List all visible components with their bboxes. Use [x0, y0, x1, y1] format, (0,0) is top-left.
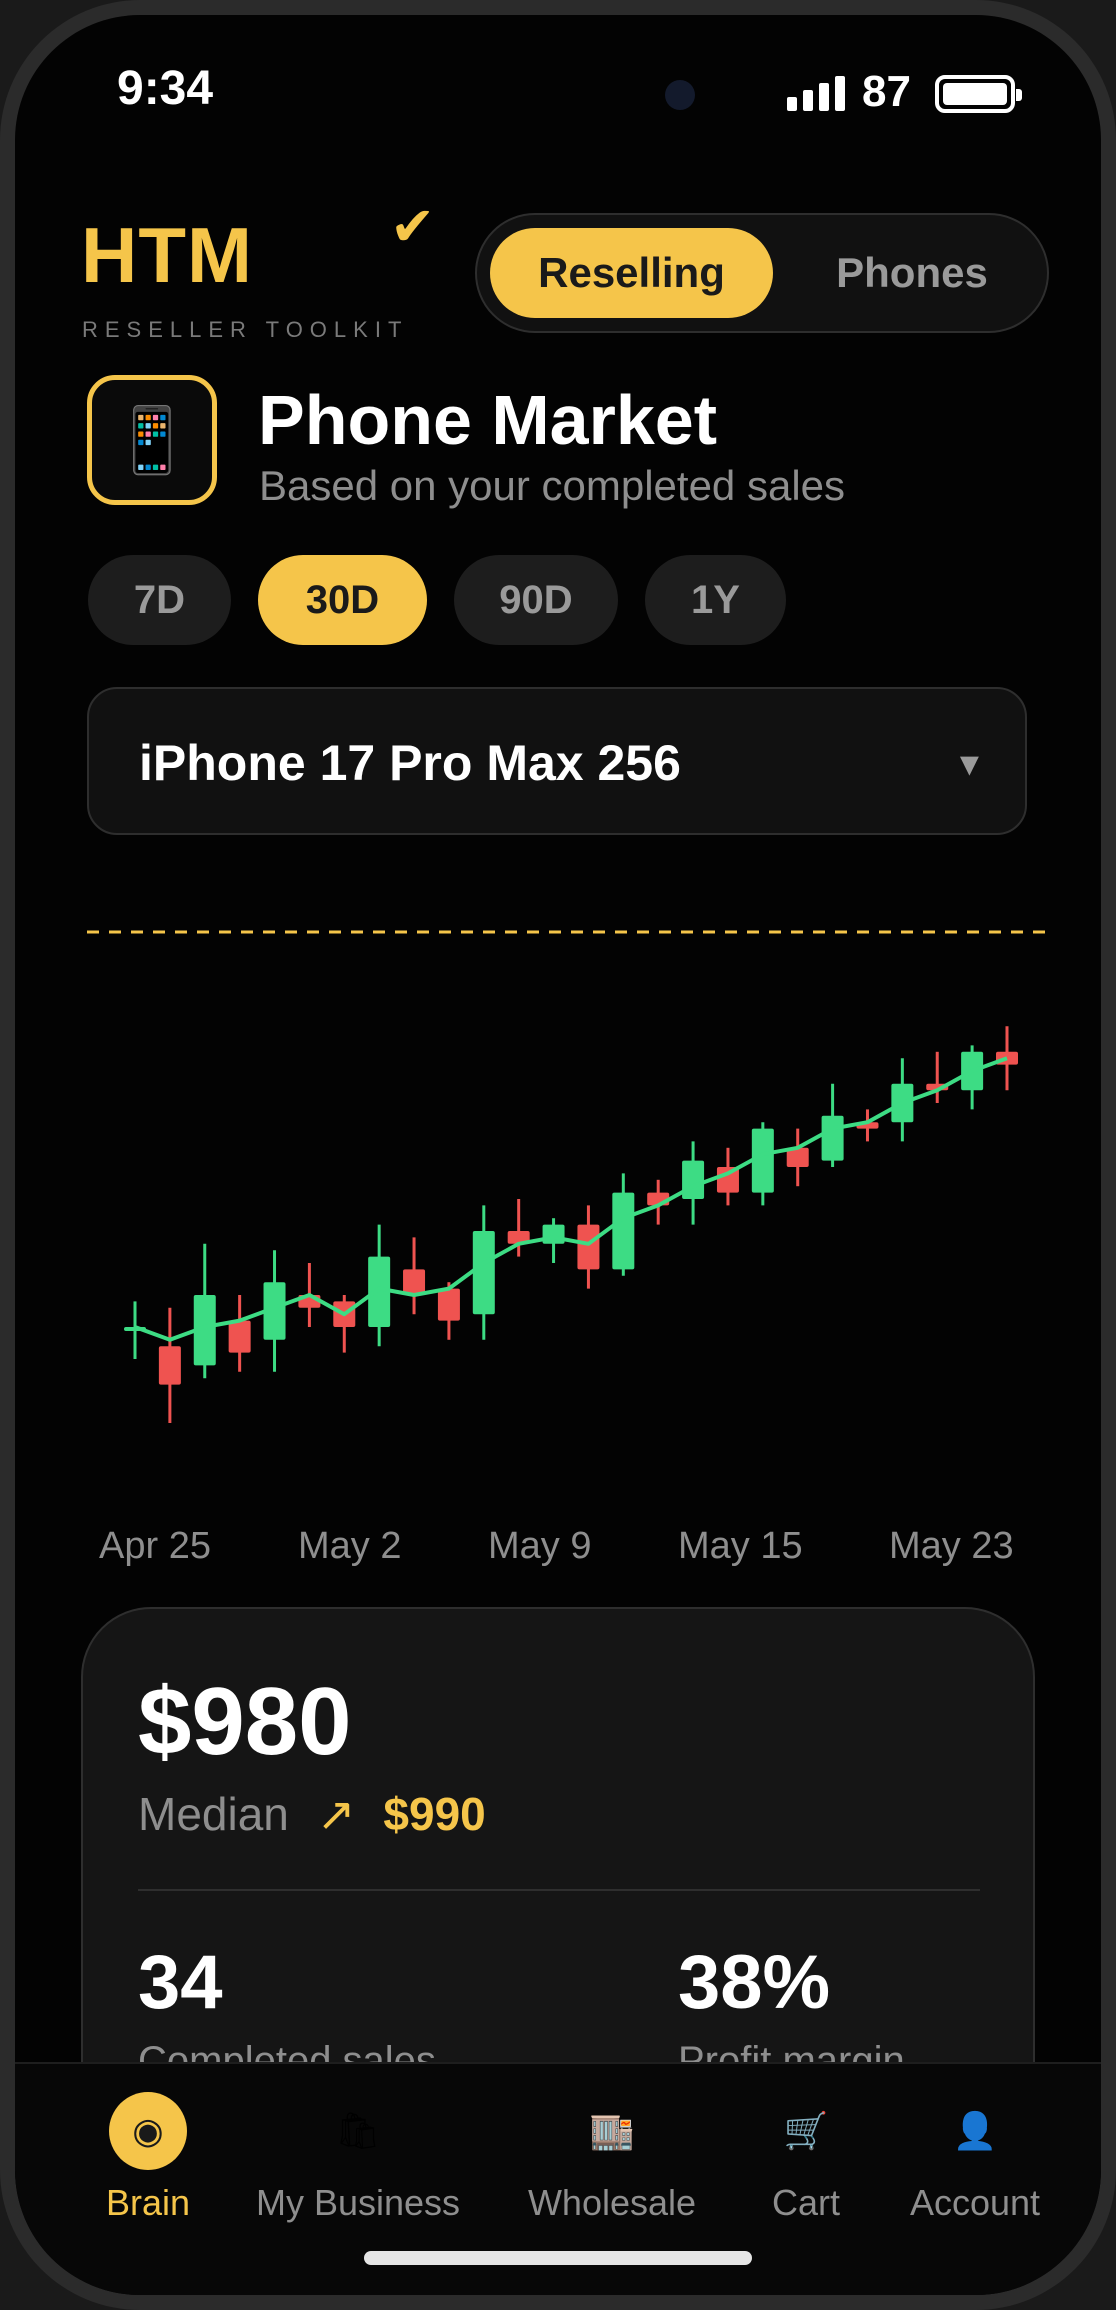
completed-sales-value: 34 [138, 1940, 223, 2025]
trend-up-icon: ↗ [316, 1788, 356, 1840]
tab-label: Brain [105, 2182, 191, 2223]
candle-body [437, 1288, 460, 1321]
phone-icon: 📱 [87, 375, 217, 505]
tab-label: Cart [771, 2182, 840, 2223]
x-tick-label: May 9 [488, 1525, 592, 1567]
candle-body [577, 1224, 600, 1270]
mode-switch: Reselling Phones [475, 213, 1049, 333]
candle-body [612, 1192, 635, 1270]
logo-check-icon: ✔ [390, 197, 436, 257]
signal-icon [787, 75, 845, 111]
tab-account[interactable]: 👤 Account [895, 2064, 1055, 2224]
x-tick-label: Apr 25 [99, 1525, 211, 1567]
candle-body [158, 1346, 181, 1385]
candle-body [821, 1115, 844, 1161]
device-select[interactable]: iPhone 17 Pro Max 256 ▾ [87, 687, 1027, 835]
segment-reselling[interactable]: Reselling [490, 228, 773, 318]
x-axis-labels: Apr 25 May 2 May 9 May 15 May 23 [15, 1525, 1101, 1585]
tab-label: Wholesale [527, 2182, 697, 2223]
candle-body [403, 1269, 426, 1295]
home-indicator[interactable] [364, 2251, 752, 2265]
page-title: Phone Market [258, 381, 717, 459]
segment-phones[interactable]: Phones [787, 228, 1037, 318]
range-7d[interactable]: 7D [88, 555, 231, 645]
candle-body [542, 1224, 565, 1244]
chevron-down-icon: ▾ [959, 743, 979, 785]
page-subtitle: Based on your completed sales [259, 462, 846, 509]
app-screen: 9:34 87 HTM ✔ RESELLER TOOLKIT Reselling… [15, 15, 1101, 2295]
battery-icon [935, 75, 1022, 113]
tab-cart[interactable]: 🛒 Cart [741, 2064, 871, 2224]
user-icon: 👤 [952, 2110, 998, 2151]
device-select-value: iPhone 17 Pro Max 256 [139, 735, 681, 791]
phone-frame: 9:34 87 HTM ✔ RESELLER TOOLKIT Reselling… [0, 0, 1116, 2310]
candle-body [228, 1320, 251, 1353]
candle-body [682, 1160, 705, 1199]
status-time: 9:34 [117, 62, 214, 115]
app-logo: HTM [81, 211, 253, 299]
shopping-bag-icon: 🛍 [335, 2110, 381, 2151]
candle-body [472, 1231, 495, 1315]
battery-level: 87 [862, 67, 911, 116]
x-tick-label: May 23 [889, 1525, 1014, 1567]
current-price: $980 [138, 1668, 352, 1775]
median-row: Median ↗ $990 [138, 1787, 486, 1841]
range-90d[interactable]: 90D [454, 555, 618, 645]
store-icon: 🏬 [589, 2110, 635, 2151]
cart-icon: 🛒 [783, 2110, 829, 2151]
tab-my-business[interactable]: 🛍 My Business [243, 2064, 473, 2224]
range-1y[interactable]: 1Y [645, 555, 786, 645]
x-tick-label: May 2 [298, 1525, 402, 1567]
profit-margin-value: 38% [678, 1940, 831, 2025]
tab-brain[interactable]: ◉ Brain [73, 2064, 223, 2224]
brain-icon: ◉ [109, 2092, 187, 2170]
range-30d[interactable]: 30D [258, 555, 427, 645]
median-label: Median [138, 1788, 289, 1840]
x-tick-label: May 15 [678, 1525, 803, 1567]
price-chart [87, 930, 1047, 1423]
logo-tagline: RESELLER TOOLKIT [82, 317, 409, 342]
tab-label: Account [909, 2182, 1041, 2223]
divider [138, 1889, 980, 1891]
median-value: $990 [383, 1788, 486, 1840]
tab-wholesale[interactable]: 🏬 Wholesale [509, 2064, 715, 2224]
camera-cutout [665, 80, 695, 110]
tab-label: My Business [255, 2182, 461, 2223]
